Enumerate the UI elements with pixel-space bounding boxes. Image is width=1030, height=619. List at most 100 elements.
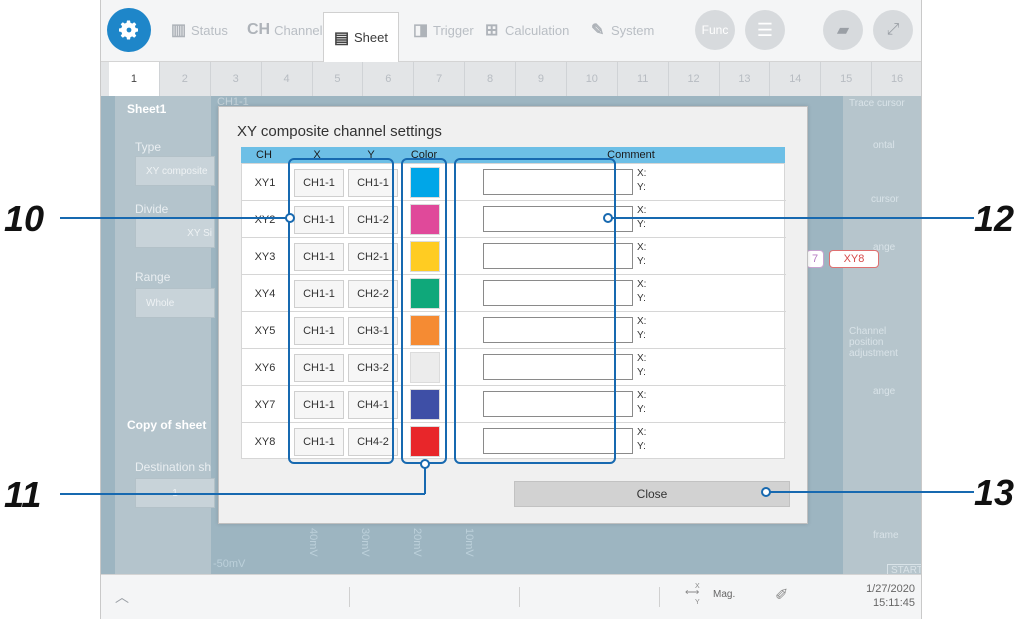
list-button[interactable]: ☰	[745, 10, 785, 50]
magnification-control[interactable]: X ⟷ Y Mag.	[681, 583, 741, 613]
expand-icon: ⤢	[886, 21, 900, 38]
sheet-title: Sheet1	[127, 102, 167, 116]
list-icon: ☰	[756, 19, 774, 40]
sheet-icon: ▤	[334, 29, 350, 47]
sheet-tab[interactable]: 6	[363, 62, 415, 96]
tab-status[interactable]: ▥ Status	[171, 10, 228, 50]
cursor-label[interactable]: cursor	[871, 194, 899, 205]
x-label: X:	[637, 353, 647, 364]
tab-system[interactable]: ✎ System	[591, 10, 654, 50]
trace-cursor-label[interactable]: Trace cursor	[849, 98, 905, 109]
y-label: Y:	[637, 219, 646, 230]
range-label: Range	[135, 270, 171, 284]
tab-calculation-label: Calculation	[505, 22, 570, 38]
x-label: X:	[637, 205, 647, 216]
x-label: X:	[637, 279, 647, 290]
x-label: X:	[637, 168, 647, 179]
channel-icon: CH	[247, 21, 271, 38]
row-ch-label: XY2	[254, 213, 276, 226]
sheet-tab[interactable]: 10	[567, 62, 618, 96]
range-label-right-2[interactable]: ange	[873, 386, 895, 397]
sheet-tab[interactable]: 5	[313, 62, 364, 96]
dialog-title: XY composite channel settings	[237, 123, 442, 140]
divider	[659, 587, 660, 607]
scale-label: 40mV	[307, 528, 319, 557]
sheet-tab[interactable]: 13	[720, 62, 771, 96]
manual-figure: ▥ Status CH Channel ▤ Sheet ◨ Trigger ⊞ …	[0, 0, 1030, 619]
top-toolbar: ▥ Status CH Channel ▤ Sheet ◨ Trigger ⊞ …	[101, 0, 921, 62]
comment-highlight	[454, 158, 616, 464]
y-label: Y:	[637, 367, 646, 378]
comment-xy-labels: X: Y:	[637, 389, 646, 417]
y-label: Y:	[637, 404, 646, 415]
tab-sheet[interactable]: ▤ Sheet	[323, 12, 399, 62]
row-ch-label: XY6	[254, 361, 276, 374]
tab-channel[interactable]: CH Channel	[247, 10, 323, 50]
y-label: Y:	[637, 256, 646, 267]
tab-trigger[interactable]: ◨ Trigger	[413, 10, 474, 50]
wrench-icon: ✎	[591, 22, 605, 39]
comment-xy-labels: X: Y:	[637, 426, 646, 454]
x-label: X:	[637, 316, 647, 327]
expand-button[interactable]: ⤢	[873, 10, 913, 50]
sheet-number-tabs: 1 2 3 4 5 6 7 8 9 10 11 12 13 14 15 16	[101, 62, 921, 96]
folder-icon: ▰	[836, 22, 850, 39]
comment-xy-labels: X: Y:	[637, 167, 646, 195]
sheet-tab[interactable]: 2	[160, 62, 211, 96]
comment-xy-labels: X: Y:	[637, 278, 646, 306]
sheet-tab[interactable]: 9	[516, 62, 567, 96]
row-ch-label: XY8	[254, 435, 276, 448]
y-label: Y:	[637, 293, 646, 304]
copy-of-sheet-title: Copy of sheet	[127, 418, 207, 432]
mag-label: Mag.	[713, 589, 736, 600]
tab-calculation[interactable]: ⊞ Calculation	[485, 10, 569, 50]
type-label: Type	[135, 140, 162, 154]
sheet-tab[interactable]: 4	[262, 62, 313, 96]
sheet-tab[interactable]: 7	[414, 62, 466, 96]
xy8-badge: XY8	[829, 250, 879, 268]
row-ch-label: XY3	[254, 250, 276, 263]
x-label: X:	[637, 390, 647, 401]
trigger-icon: ◨	[413, 22, 429, 39]
range-select[interactable]: Whole	[135, 288, 215, 318]
chevron-up-icon[interactable]: ︿	[115, 587, 129, 607]
destination-label: Destination sh	[135, 460, 212, 474]
sheet-tab[interactable]: 11	[618, 62, 669, 96]
sheet-right-panel: Trace cursor ontal cursor ange Channel p…	[843, 96, 921, 577]
sheet-tab[interactable]: 16	[872, 62, 921, 96]
sheet-tab[interactable]: 1	[109, 62, 160, 96]
callout-12: 12	[974, 198, 1015, 239]
divide-select[interactable]: XY Si	[135, 218, 215, 248]
row-ch-label: XY5	[254, 324, 276, 337]
sheet-tab[interactable]: 15	[821, 62, 873, 96]
comment-xy-labels: X: Y:	[637, 315, 646, 343]
type-select[interactable]: XY composite	[135, 156, 215, 186]
channel-position-adjustment-label[interactable]: Channel position adjustment	[849, 326, 921, 359]
comment-xy-labels: X: Y:	[637, 241, 646, 269]
settings-gear-button[interactable]	[107, 8, 151, 52]
frame-label[interactable]: frame	[873, 530, 899, 541]
clock: 1/27/2020 15:11:45	[831, 582, 915, 610]
horizontal-label[interactable]: ontal	[873, 140, 895, 151]
y-label: Y:	[637, 330, 646, 341]
mag-y-label: Y	[695, 599, 700, 606]
time-label: 15:11:45	[872, 597, 915, 609]
waveform-icon: ▥	[171, 22, 187, 39]
sheet-tab[interactable]: 14	[770, 62, 822, 96]
sheet-tab[interactable]: 3	[211, 62, 262, 96]
scale-label: 20mV	[411, 528, 423, 557]
mag-arrows-icon: ⟷	[685, 587, 700, 598]
bottom-status-bar: ︿ X ⟷ Y Mag. ✐ 1/27/2020 15:11:45	[101, 574, 921, 619]
func-button[interactable]: Func	[695, 10, 735, 50]
folder-button[interactable]: ▰	[823, 10, 863, 50]
y-label: Y:	[637, 441, 646, 452]
func-label: Func	[701, 23, 729, 37]
callout-11: 11	[4, 474, 42, 515]
divider	[349, 587, 350, 607]
destination-select[interactable]: 1	[135, 478, 215, 508]
usb-drive-icon: ✐	[775, 587, 789, 604]
sheet-tab[interactable]: 12	[669, 62, 720, 96]
sheet-tab[interactable]: 8	[465, 62, 516, 96]
color-highlight	[401, 158, 447, 464]
close-button[interactable]: Close	[514, 481, 790, 507]
